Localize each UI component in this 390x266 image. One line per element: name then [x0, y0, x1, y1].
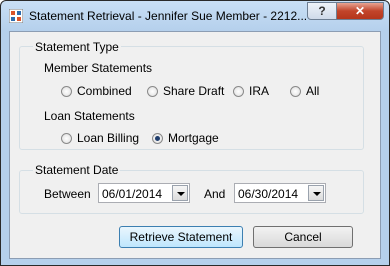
radio-ira-indicator[interactable]: [233, 85, 244, 97]
help-icon: ?: [318, 4, 326, 18]
end-date-select[interactable]: 06/30/2014: [234, 183, 326, 203]
radio-ira-label: IRA: [249, 84, 270, 98]
chevron-down-icon[interactable]: [308, 185, 324, 201]
start-date-value: 06/01/2014: [102, 187, 163, 201]
dialog-body: Statement Type Member Statements Combine…: [9, 31, 381, 259]
app-icon: [9, 9, 23, 23]
radio-mortgage-indicator[interactable]: [152, 132, 163, 144]
radio-combined-indicator[interactable]: [61, 85, 72, 97]
member-statements-label: Member Statements: [44, 61, 153, 75]
radio-combined[interactable]: Combined: [61, 84, 132, 98]
chevron-down-icon[interactable]: [172, 185, 188, 201]
close-button[interactable]: ✕: [336, 2, 384, 20]
radio-loan-billing-label: Loan Billing: [77, 131, 140, 145]
radio-all-label: All: [306, 84, 320, 98]
help-button[interactable]: ?: [307, 2, 337, 20]
statement-date-legend: Statement Date: [33, 163, 121, 177]
radio-loan-billing[interactable]: Loan Billing: [61, 131, 139, 145]
radio-loan-billing-indicator[interactable]: [61, 132, 72, 144]
cancel-button[interactable]: Cancel: [253, 226, 353, 248]
start-date-select[interactable]: 06/01/2014: [98, 183, 190, 203]
radio-mortgage[interactable]: Mortgage: [152, 131, 219, 145]
window-title: Statement Retrieval - Jennifer Sue Membe…: [29, 9, 307, 23]
radio-all[interactable]: All: [290, 84, 319, 98]
radio-share-draft-indicator[interactable]: [147, 85, 158, 97]
between-label: Between: [44, 187, 91, 201]
radio-ira[interactable]: IRA: [233, 84, 269, 98]
statement-type-legend: Statement Type: [33, 40, 121, 54]
close-icon: ✕: [354, 4, 366, 18]
radio-share-draft[interactable]: Share Draft: [147, 84, 224, 98]
dialog-window: Statement Retrieval - Jennifer Sue Membe…: [0, 0, 390, 266]
retrieve-statement-button[interactable]: Retrieve Statement: [119, 226, 243, 248]
end-date-value: 06/30/2014: [238, 187, 299, 201]
loan-statements-label: Loan Statements: [44, 109, 135, 123]
title-bar[interactable]: Statement Retrieval - Jennifer Sue Membe…: [1, 1, 389, 31]
radio-mortgage-label: Mortgage: [168, 131, 219, 145]
radio-all-indicator[interactable]: [290, 85, 301, 97]
radio-share-draft-label: Share Draft: [163, 84, 225, 98]
and-label: And: [204, 187, 226, 201]
radio-combined-label: Combined: [77, 84, 132, 98]
